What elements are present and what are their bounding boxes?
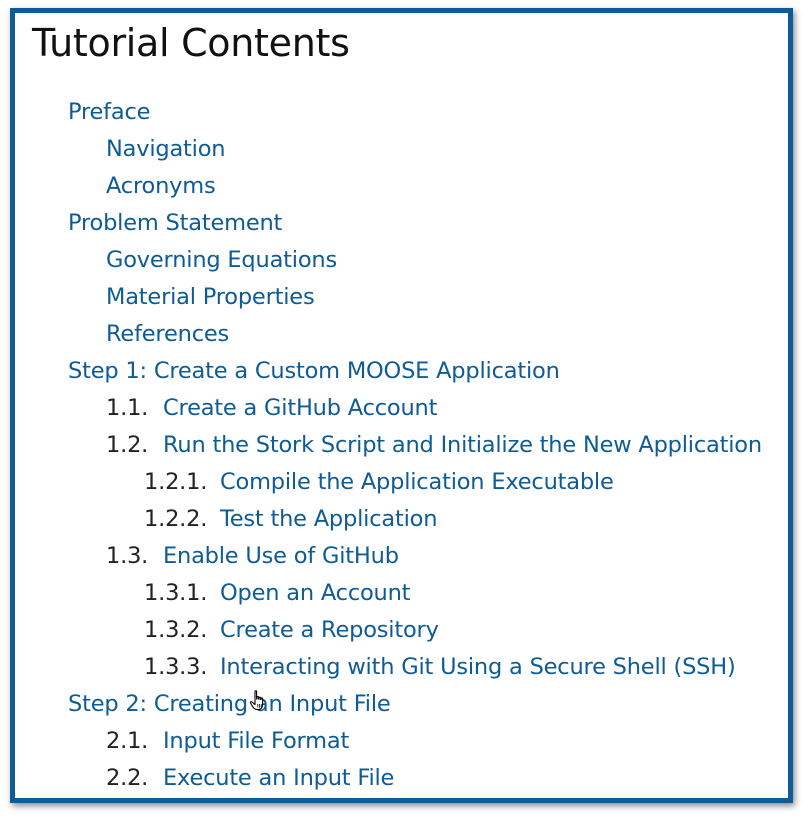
toc-link[interactable]: Navigation xyxy=(106,136,226,162)
toc-link[interactable]: Create a Repository xyxy=(220,612,439,649)
toc-link[interactable]: Run the Stork Script and Initialize the … xyxy=(163,427,762,464)
toc-link[interactable]: Enable Use of GitHub xyxy=(163,538,399,575)
toc-number: 1.2.2. xyxy=(144,506,208,532)
toc-number: 1.3. xyxy=(106,543,149,569)
toc-link[interactable]: Governing Equations xyxy=(106,247,337,273)
toc-item-references[interactable]: References xyxy=(15,316,560,353)
page-title: Tutorial Contents xyxy=(32,21,350,65)
toc-item-1-3-1[interactable]: 1.3.1. Open an Account xyxy=(15,575,560,612)
toc-item-1-3-2[interactable]: 1.3.2. Create a Repository xyxy=(15,612,560,649)
toc-item-material-properties[interactable]: Material Properties xyxy=(15,279,560,316)
tutorial-contents-panel: Tutorial Contents Preface Navigation Acr… xyxy=(10,8,793,803)
toc-link[interactable]: Material Properties xyxy=(106,284,315,310)
toc-link[interactable]: Create a GitHub Account xyxy=(163,390,437,427)
toc-number: 1.2. xyxy=(106,432,149,458)
toc-item-1-3[interactable]: 1.3. Enable Use of GitHub xyxy=(15,538,560,575)
toc-item-2-2[interactable]: 2.2. Execute an Input File xyxy=(15,760,560,797)
toc-item-governing-equations[interactable]: Governing Equations xyxy=(15,242,560,279)
toc-item-1-1[interactable]: 1.1. Create a GitHub Account xyxy=(15,390,560,427)
toc-item-problem-statement[interactable]: Problem Statement xyxy=(15,205,560,242)
toc-number: 2.1. xyxy=(106,728,149,754)
toc-number: 1.3.3. xyxy=(144,654,208,680)
toc-link[interactable]: Acronyms xyxy=(106,173,216,199)
toc-item-1-3-3[interactable]: 1.3.3. Interacting with Git Using a Secu… xyxy=(15,649,736,686)
toc-item-navigation[interactable]: Navigation xyxy=(15,131,560,168)
toc-link[interactable]: Input File Format xyxy=(163,723,349,760)
toc-item-acronyms[interactable]: Acronyms xyxy=(15,168,560,205)
toc-link[interactable]: Test the Application xyxy=(220,501,437,538)
toc-link[interactable]: Step 1: Create a Custom MOOSE Applicatio… xyxy=(68,358,560,384)
table-of-contents: Preface Navigation Acronyms Problem Stat… xyxy=(15,94,762,797)
toc-link[interactable]: Compile the Application Executable xyxy=(220,464,614,501)
toc-link[interactable]: Problem Statement xyxy=(68,210,282,236)
toc-link[interactable]: Step 2: Creating an Input File xyxy=(68,691,391,717)
toc-item-1-2-2[interactable]: 1.2.2. Test the Application xyxy=(15,501,560,538)
toc-number: 1.1. xyxy=(106,395,149,421)
toc-link[interactable]: Preface xyxy=(68,99,150,125)
toc-link[interactable]: Execute an Input File xyxy=(163,760,394,797)
toc-number: 1.3.2. xyxy=(144,617,208,643)
toc-link[interactable]: Interacting with Git Using a Secure Shel… xyxy=(220,649,736,686)
toc-number: 2.2. xyxy=(106,765,149,791)
toc-link[interactable]: Open an Account xyxy=(220,575,410,612)
toc-number: 1.3.1. xyxy=(144,580,208,606)
toc-item-step-1[interactable]: Step 1: Create a Custom MOOSE Applicatio… xyxy=(15,353,560,390)
toc-item-step-2[interactable]: Step 2: Creating an Input File xyxy=(15,686,560,723)
toc-item-1-2-1[interactable]: 1.2.1. Compile the Application Executabl… xyxy=(15,464,614,501)
toc-item-2-1[interactable]: 2.1. Input File Format xyxy=(15,723,560,760)
toc-number: 1.2.1. xyxy=(144,469,208,495)
toc-item-1-2[interactable]: 1.2. Run the Stork Script and Initialize… xyxy=(15,427,762,464)
toc-link[interactable]: References xyxy=(106,321,229,347)
toc-item-preface[interactable]: Preface xyxy=(15,94,560,131)
